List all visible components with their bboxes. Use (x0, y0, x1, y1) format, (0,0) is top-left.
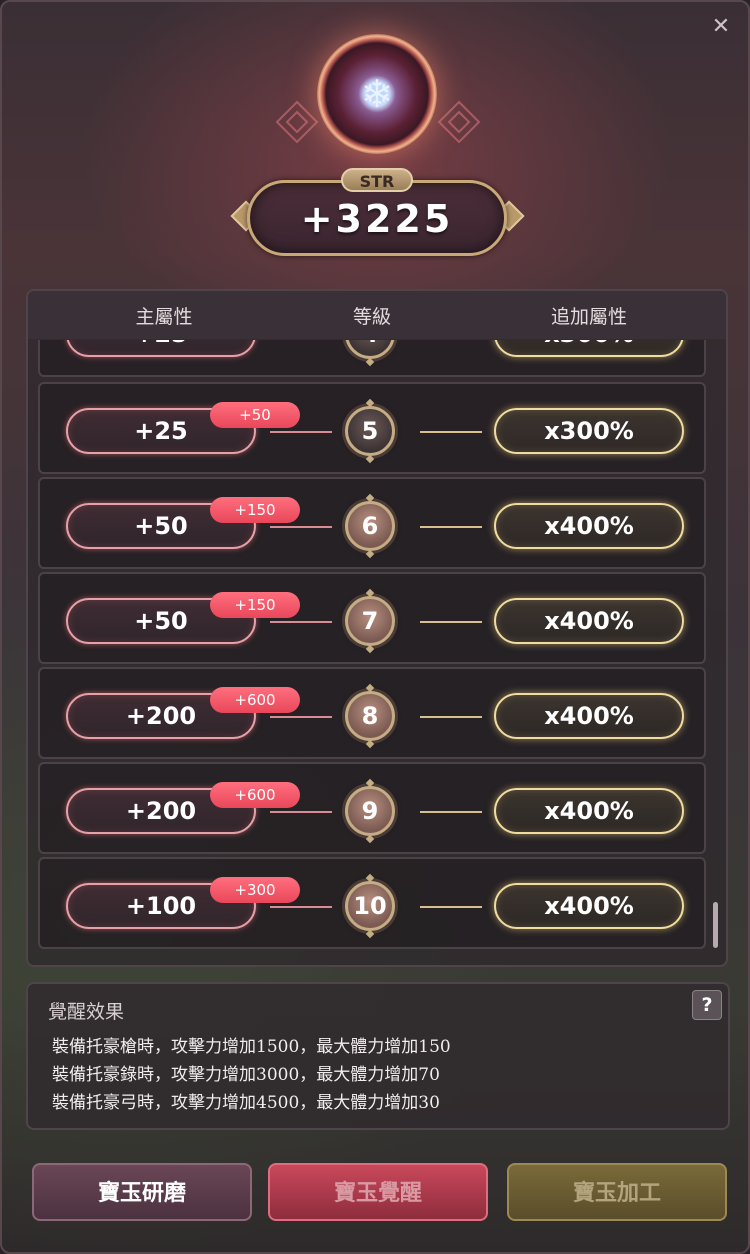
help-button[interactable]: ? (692, 990, 722, 1020)
connector-line (420, 621, 482, 623)
gem-emblem: ❄ (317, 34, 437, 154)
bonus-stat-pill: x400% (494, 598, 684, 644)
increase-badge: +150 (210, 497, 300, 523)
table-row: +100 +300 10 x400% (38, 857, 706, 949)
level-badge: 6 (345, 501, 395, 551)
increase-badge: +50 (210, 402, 300, 428)
effect-line: 裝備托豪弓時，攻擊力增加4500，最大體力增加30 (52, 1093, 440, 1113)
connector-line (270, 811, 332, 813)
table-row: +25 +50 5 x300% (38, 382, 706, 474)
effect-line: 裝備托豪錄時，攻擊力增加3000，最大體力增加70 (52, 1065, 440, 1085)
gem-crystal-icon: ❄ (361, 72, 393, 116)
gem-awaken-window: ✕ ❄ STR +3225 主屬性 等級 追加屬性 +25 4 x300% (0, 0, 750, 1254)
connector-line (270, 906, 332, 908)
header-level: 等級 (352, 306, 391, 328)
gem-process-button[interactable]: 寶玉加工 (507, 1163, 727, 1221)
level-badge: 5 (345, 406, 395, 456)
connector-line (270, 621, 332, 623)
lattice-ornament-left (275, 100, 319, 144)
increase-badge: +150 (210, 592, 300, 618)
stat-label: STR (341, 168, 413, 192)
connector-line (270, 716, 332, 718)
effect-title: 覺醒效果 (48, 1001, 125, 1023)
bonus-stat-pill: x400% (494, 788, 684, 834)
table-rows[interactable]: +25 4 x300% +25 +50 5 x300% +50 +150 6 x… (36, 340, 708, 952)
level-badge: 9 (345, 786, 395, 836)
scrollbar-thumb[interactable] (713, 902, 718, 948)
increase-badge: +600 (210, 687, 300, 713)
level-badge: 10 (345, 881, 395, 931)
stat-value: +3225 (300, 197, 454, 241)
table-row: +50 +150 7 x400% (38, 572, 706, 664)
increase-badge: +600 (210, 782, 300, 808)
effect-line: 裝備托豪槍時，攻擊力增加1500，最大體力增加150 (52, 1037, 451, 1057)
gem-awaken-button[interactable]: 寶玉覺醒 (268, 1163, 488, 1221)
bonus-stat-pill: x400% (494, 503, 684, 549)
connector-line (420, 811, 482, 813)
close-icon[interactable]: ✕ (708, 14, 734, 40)
level-badge: 4 (345, 340, 395, 359)
table-row: +200 +600 9 x400% (38, 762, 706, 854)
level-badge: 8 (345, 691, 395, 741)
bonus-stat-pill: x400% (494, 693, 684, 739)
connector-line (420, 431, 482, 433)
connector-line (420, 716, 482, 718)
header-bonus-stat: 追加屬性 (550, 306, 627, 328)
lattice-ornament-right (437, 100, 481, 144)
connector-line (270, 431, 332, 433)
connector-line (270, 526, 332, 528)
connector-line (420, 906, 482, 908)
table-row: +200 +600 8 x400% (38, 667, 706, 759)
header-main-stat: 主屬性 (135, 306, 193, 328)
main-stat-pill: +25 (66, 340, 256, 357)
table-row: +25 4 x300% (38, 340, 706, 377)
table-row: +50 +150 6 x400% (38, 477, 706, 569)
gem-polish-button[interactable]: 寶玉研磨 (32, 1163, 252, 1221)
increase-badge: +300 (210, 877, 300, 903)
bonus-stat-pill: x400% (494, 883, 684, 929)
level-badge: 7 (345, 596, 395, 646)
connector-line (420, 526, 482, 528)
bonus-stat-pill: x300% (494, 408, 684, 454)
bonus-stat-pill: x300% (494, 340, 684, 357)
